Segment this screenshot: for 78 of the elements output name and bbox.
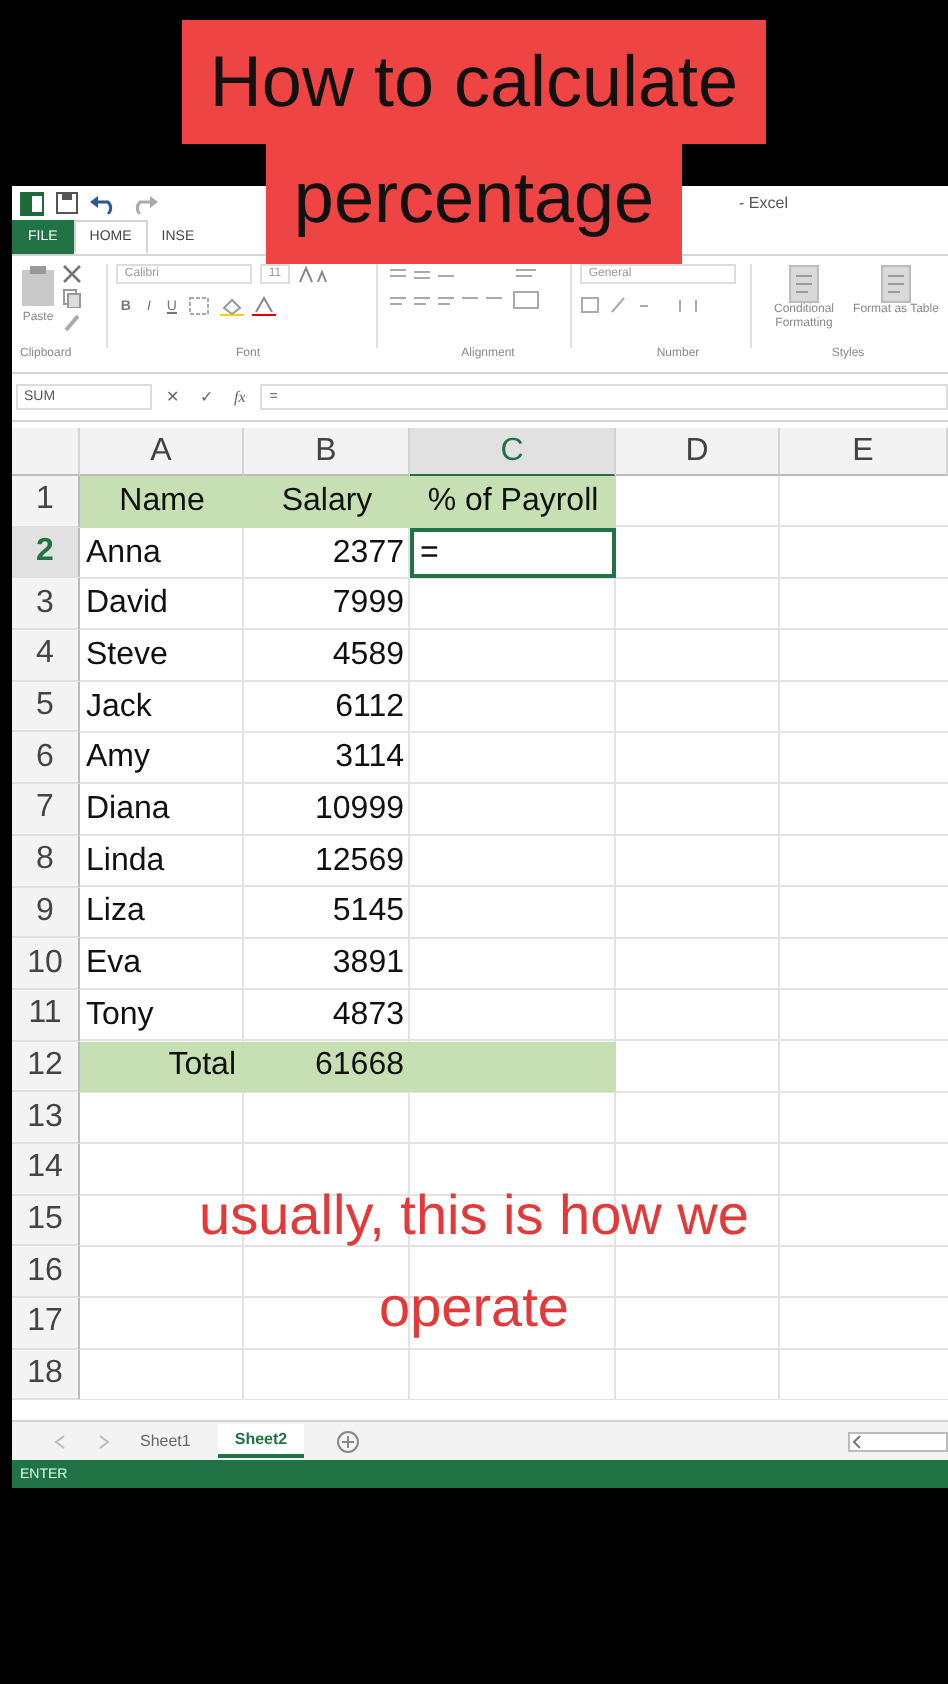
sheet-tab[interactable]: Sheet1: [124, 1424, 207, 1459]
table-cell-text: Eva: [84, 944, 144, 985]
table-cell-text: 10999: [313, 789, 406, 830]
fill-color-icon[interactable]: [220, 296, 245, 316]
table-cell: % of Payroll: [410, 476, 616, 528]
row-header[interactable]: 5: [12, 681, 80, 733]
table-cell-text: Amy: [84, 738, 152, 779]
column-header[interactable]: B: [244, 428, 410, 476]
window-title: - Excel: [739, 194, 788, 212]
wrap-merge-icon[interactable]: [512, 264, 541, 312]
grow-font-icon[interactable]: [297, 264, 330, 284]
row-header[interactable]: 12: [12, 1041, 80, 1093]
font-color-icon[interactable]: [252, 296, 277, 316]
table-cell-text: Linda: [84, 841, 167, 882]
column-header[interactable]: E: [780, 428, 948, 476]
sheet-tab[interactable]: Sheet2: [218, 1424, 304, 1459]
table-cell: Name: [80, 476, 244, 528]
row-header[interactable]: 8: [12, 835, 80, 887]
column-header[interactable]: D: [616, 428, 780, 476]
table-cell-text: 2377: [330, 533, 406, 574]
row-header[interactable]: 13: [12, 1092, 80, 1144]
row-header[interactable]: 1: [12, 476, 80, 528]
select-all-corner[interactable]: [12, 428, 80, 476]
table-cell: 61668: [244, 1041, 410, 1093]
table-cell-text: 3114: [333, 738, 406, 779]
table-cell-text: Tony: [84, 995, 156, 1036]
row-header[interactable]: 10: [12, 938, 80, 990]
caption-text: How to calculate: [181, 20, 767, 144]
column-header[interactable]: A: [80, 428, 244, 476]
add-sheet-icon[interactable]: [335, 1429, 360, 1454]
row-header[interactable]: 15: [12, 1195, 80, 1247]
table-cell-text: Jack: [84, 687, 154, 728]
table-cell-text: 3891: [330, 944, 406, 985]
formula-button[interactable]: fx: [228, 387, 252, 405]
table-cell-text: Steve: [84, 635, 170, 676]
brush-icon[interactable]: [62, 312, 82, 332]
save-icon[interactable]: [56, 192, 78, 214]
copy-icon[interactable]: [62, 288, 82, 308]
formula-button[interactable]: ✕: [160, 387, 186, 405]
table-cell-text: Liza: [84, 892, 147, 933]
table-cell-text: 6112: [333, 687, 406, 728]
active-cell[interactable]: =: [410, 527, 616, 579]
clipboard-icon[interactable]: [20, 264, 56, 308]
table-cell-text: 12569: [313, 841, 406, 882]
row-header[interactable]: 16: [12, 1246, 80, 1298]
row-header[interactable]: 11: [12, 989, 80, 1042]
caption-text: operate: [379, 1274, 569, 1342]
row-header[interactable]: 14: [12, 1143, 80, 1196]
row-header[interactable]: 18: [12, 1349, 80, 1401]
excel-logo-icon[interactable]: [20, 191, 44, 215]
table-cell-text: 7999: [330, 584, 406, 625]
table-cell-text: David: [84, 584, 170, 625]
table-cell-text: Anna: [84, 533, 163, 574]
caption-text: usually, this is how we: [199, 1182, 749, 1250]
table-cell: Salary: [244, 476, 410, 528]
row-header[interactable]: 4: [12, 630, 80, 682]
formula-button[interactable]: ✓: [194, 387, 220, 405]
table-format-icon[interactable]: [878, 264, 914, 304]
table-cell-text: 4873: [330, 995, 406, 1036]
table-cell: Total: [80, 1041, 244, 1093]
row-header[interactable]: 3: [12, 578, 80, 631]
sheet-nav-icon[interactable]: [52, 1433, 112, 1450]
caption-text: percentage: [265, 144, 683, 264]
row-header[interactable]: 6: [12, 732, 80, 785]
undo-icon[interactable]: [90, 193, 118, 213]
scissors-icon[interactable]: [62, 264, 82, 284]
row-header[interactable]: 9: [12, 887, 80, 939]
table-cell-text: 4589: [330, 635, 406, 676]
table-cell-text: 5145: [330, 892, 406, 933]
row-header[interactable]: 2: [12, 527, 80, 579]
redo-icon[interactable]: [130, 193, 158, 213]
borders-icon[interactable]: [188, 296, 213, 316]
conditional-format-icon[interactable]: [786, 264, 822, 304]
horizontal-scrollbar[interactable]: [848, 1431, 948, 1452]
table-cell-text: Diana: [84, 789, 172, 830]
column-header[interactable]: C: [410, 428, 616, 478]
row-header[interactable]: 7: [12, 784, 80, 836]
row-header[interactable]: 17: [12, 1298, 80, 1350]
